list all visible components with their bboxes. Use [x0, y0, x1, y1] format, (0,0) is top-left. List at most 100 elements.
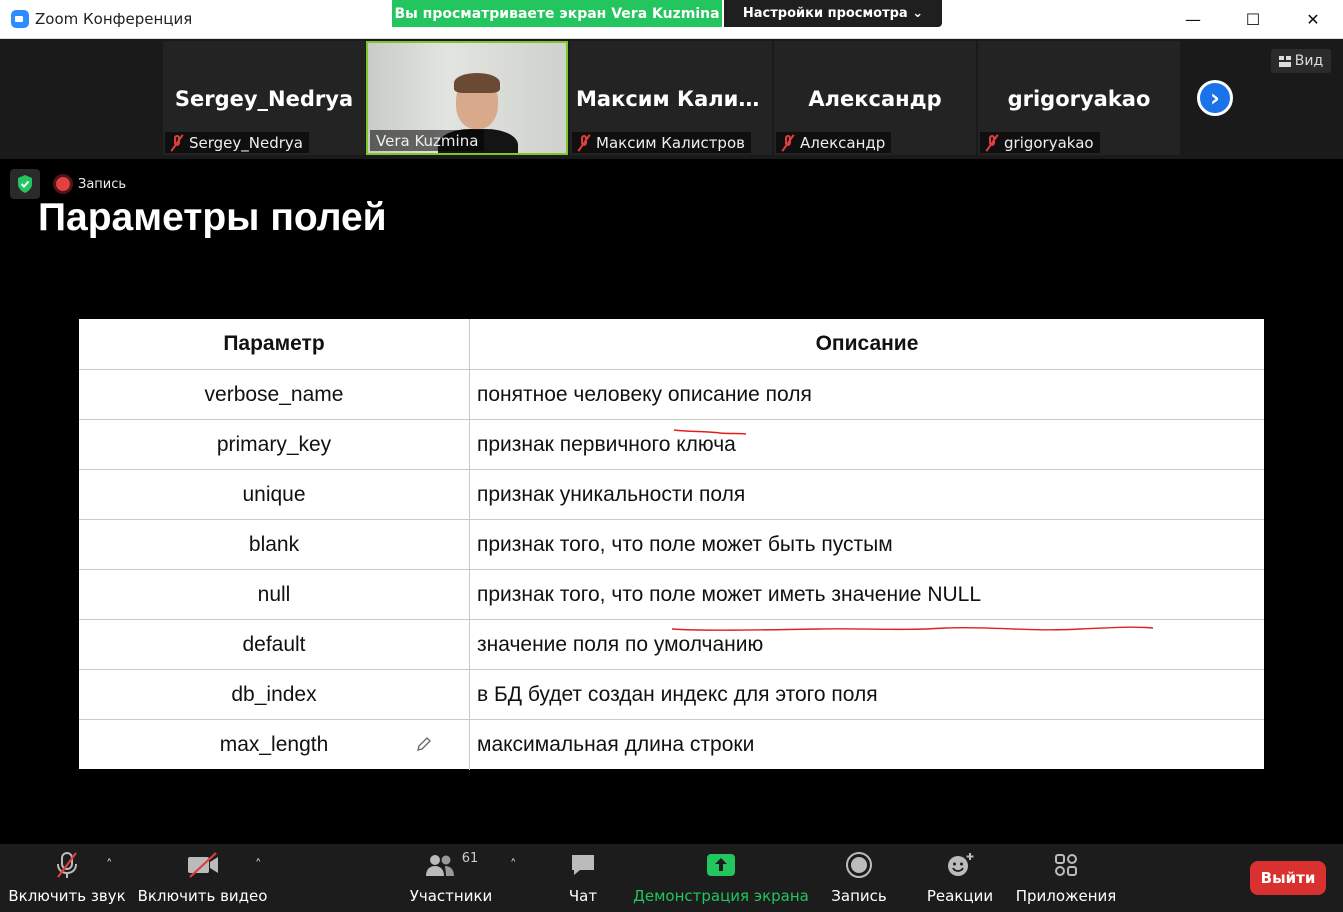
participant-tile[interactable]: Александр Александр [774, 41, 976, 155]
desc-cell: признак уникальности поля [477, 483, 746, 506]
apps-icon [1055, 854, 1077, 876]
maximize-button[interactable]: ☐ [1223, 0, 1283, 38]
mic-muted-icon [578, 135, 590, 151]
param-cell: null [79, 570, 470, 620]
param-cell: verbose_name [79, 370, 470, 420]
participant-tile[interactable]: grigoryakao grigoryakao [978, 41, 1180, 155]
table-row: primary_key признак первичного ключа [79, 419, 1264, 470]
participant-label-text: Александр [800, 134, 886, 152]
participants-count: 61 [461, 850, 479, 866]
mic-muted-icon [57, 852, 77, 878]
participants-strip: Sergey_Nedrya Sergey_Nedrya Vera Kuzmina… [0, 39, 1343, 159]
table-header-desc: Описание [815, 332, 919, 355]
participant-name: grigoryakao [1007, 87, 1151, 111]
participant-tile[interactable]: Sergey_Nedrya Sergey_Nedrya [163, 41, 365, 155]
unmute-label: Включить звук [8, 887, 126, 905]
security-shield-icon[interactable] [10, 169, 40, 199]
desc-cell: признак того, что поле может быть пустым [477, 533, 893, 556]
participant-label: Максим Калистров [572, 132, 751, 153]
table-row: default значение поля по умолчанию [79, 619, 1264, 670]
recording-indicator[interactable]: Запись [56, 173, 126, 195]
audio-options-caret-icon[interactable]: ˄ [106, 858, 113, 873]
participants-button[interactable]: 61 Участники [409, 844, 493, 912]
reactions-label: Реакции [926, 887, 994, 905]
participant-label-text: grigoryakao [1004, 134, 1094, 152]
share-screen-button[interactable]: Демонстрация экрана [633, 844, 809, 912]
participant-label-text: Sergey_Nedrya [189, 134, 303, 152]
screen-share-banner: Вы просматриваете экран Vera Kuzmina [392, 0, 722, 27]
recording-label: Запись [78, 176, 127, 192]
video-off-icon [187, 852, 218, 878]
participant-label: Vera Kuzmina [370, 130, 485, 151]
mic-muted-icon [171, 135, 183, 151]
param-cell: default [79, 620, 470, 670]
table-row: max_length максимальная длина строки [79, 719, 1264, 770]
record-button[interactable]: Запись [826, 844, 892, 912]
parameters-table: Параметр Описание verbose_name понятное … [79, 319, 1264, 770]
table-row: blank признак того, что поле может быть … [79, 519, 1264, 570]
start-video-button[interactable]: Включить видео [137, 844, 268, 912]
participant-label: grigoryakao [980, 132, 1100, 153]
chevron-right-icon: › [1210, 84, 1220, 112]
table-row: unique признак уникальности поля [79, 469, 1264, 520]
table-row: verbose_name понятное человеку описание … [79, 369, 1264, 420]
desc-cell: значение поля по умолчанию [477, 633, 764, 656]
participants-label: Участники [409, 887, 493, 905]
leave-meeting-button[interactable]: Выйти [1250, 861, 1326, 895]
param-cell: blank [79, 520, 470, 570]
chat-button[interactable]: Чат [555, 844, 611, 912]
reactions-icon [948, 853, 974, 876]
param-cell: db_index [79, 670, 470, 720]
participant-label: Sergey_Nedrya [165, 132, 309, 153]
next-page-button[interactable]: › [1197, 80, 1233, 116]
zoom-logo-icon [11, 10, 29, 28]
participant-tile[interactable]: Максим Калист... Максим Калистров [570, 41, 772, 155]
apps-label: Приложения [1015, 887, 1117, 905]
chat-icon [572, 855, 594, 875]
participants-options-caret-icon[interactable]: ˄ [510, 858, 517, 873]
pencil-cursor-icon [417, 737, 431, 751]
grid-view-icon [1278, 55, 1291, 67]
unmute-button[interactable]: Включить звук [8, 844, 126, 912]
desc-cell: максимальная длина строки [477, 733, 755, 756]
table-header-param: Параметр [79, 319, 470, 369]
reactions-button[interactable]: Реакции [924, 844, 996, 912]
record-dot-icon [56, 177, 70, 191]
participant-label: Александр [776, 132, 892, 153]
share-screen-icon [707, 854, 735, 876]
video-options-caret-icon[interactable]: ˄ [255, 858, 262, 873]
view-button-label: Вид [1294, 53, 1324, 69]
start-video-label: Включить видео [137, 887, 268, 905]
participants-icon [425, 855, 454, 876]
view-settings-button[interactable]: Настройки просмотра ⌄ [724, 0, 942, 27]
table-row: null признак того, что поле может иметь … [79, 569, 1264, 620]
participant-tile-video[interactable]: Vera Kuzmina [366, 41, 568, 155]
desc-cell: признак того, что поле может иметь значе… [477, 583, 982, 606]
participant-label-text: Vera Kuzmina [376, 132, 479, 150]
meeting-toolbar: Включить звук ˄ Включить видео ˄ 61 Учас… [0, 844, 1343, 912]
view-button[interactable]: Вид [1271, 49, 1331, 73]
participant-name: Александр [808, 87, 942, 111]
slide-title: Параметры полей [38, 196, 387, 239]
minimize-button[interactable]: — [1163, 0, 1223, 38]
desc-cell: признак первичного ключа [477, 433, 736, 456]
table-row: db_index в БД будет создан индекс для эт… [79, 669, 1264, 720]
mic-muted-icon [986, 135, 998, 151]
record-label: Запись [831, 887, 887, 905]
participant-label-text: Максим Калистров [596, 134, 745, 152]
window-title: Zoom Конференция [35, 10, 193, 28]
desc-cell: в БД будет создан индекс для этого поля [477, 683, 878, 706]
param-cell: unique [79, 470, 470, 520]
mic-muted-icon [782, 135, 794, 151]
record-icon [846, 852, 872, 878]
chat-label: Чат [568, 887, 598, 905]
apps-button[interactable]: Приложения [1016, 844, 1116, 912]
param-cell: primary_key [79, 420, 470, 470]
share-screen-label: Демонстрация экрана [633, 887, 809, 905]
participant-name: Максим Калист... [576, 87, 772, 111]
participant-name: Sergey_Nedrya [174, 87, 354, 111]
desc-cell: понятное человеку описание поля [477, 383, 812, 406]
close-button[interactable]: ✕ [1283, 0, 1343, 38]
param-cell: max_length [79, 720, 470, 770]
table-header-row: Параметр Описание [79, 319, 1264, 369]
